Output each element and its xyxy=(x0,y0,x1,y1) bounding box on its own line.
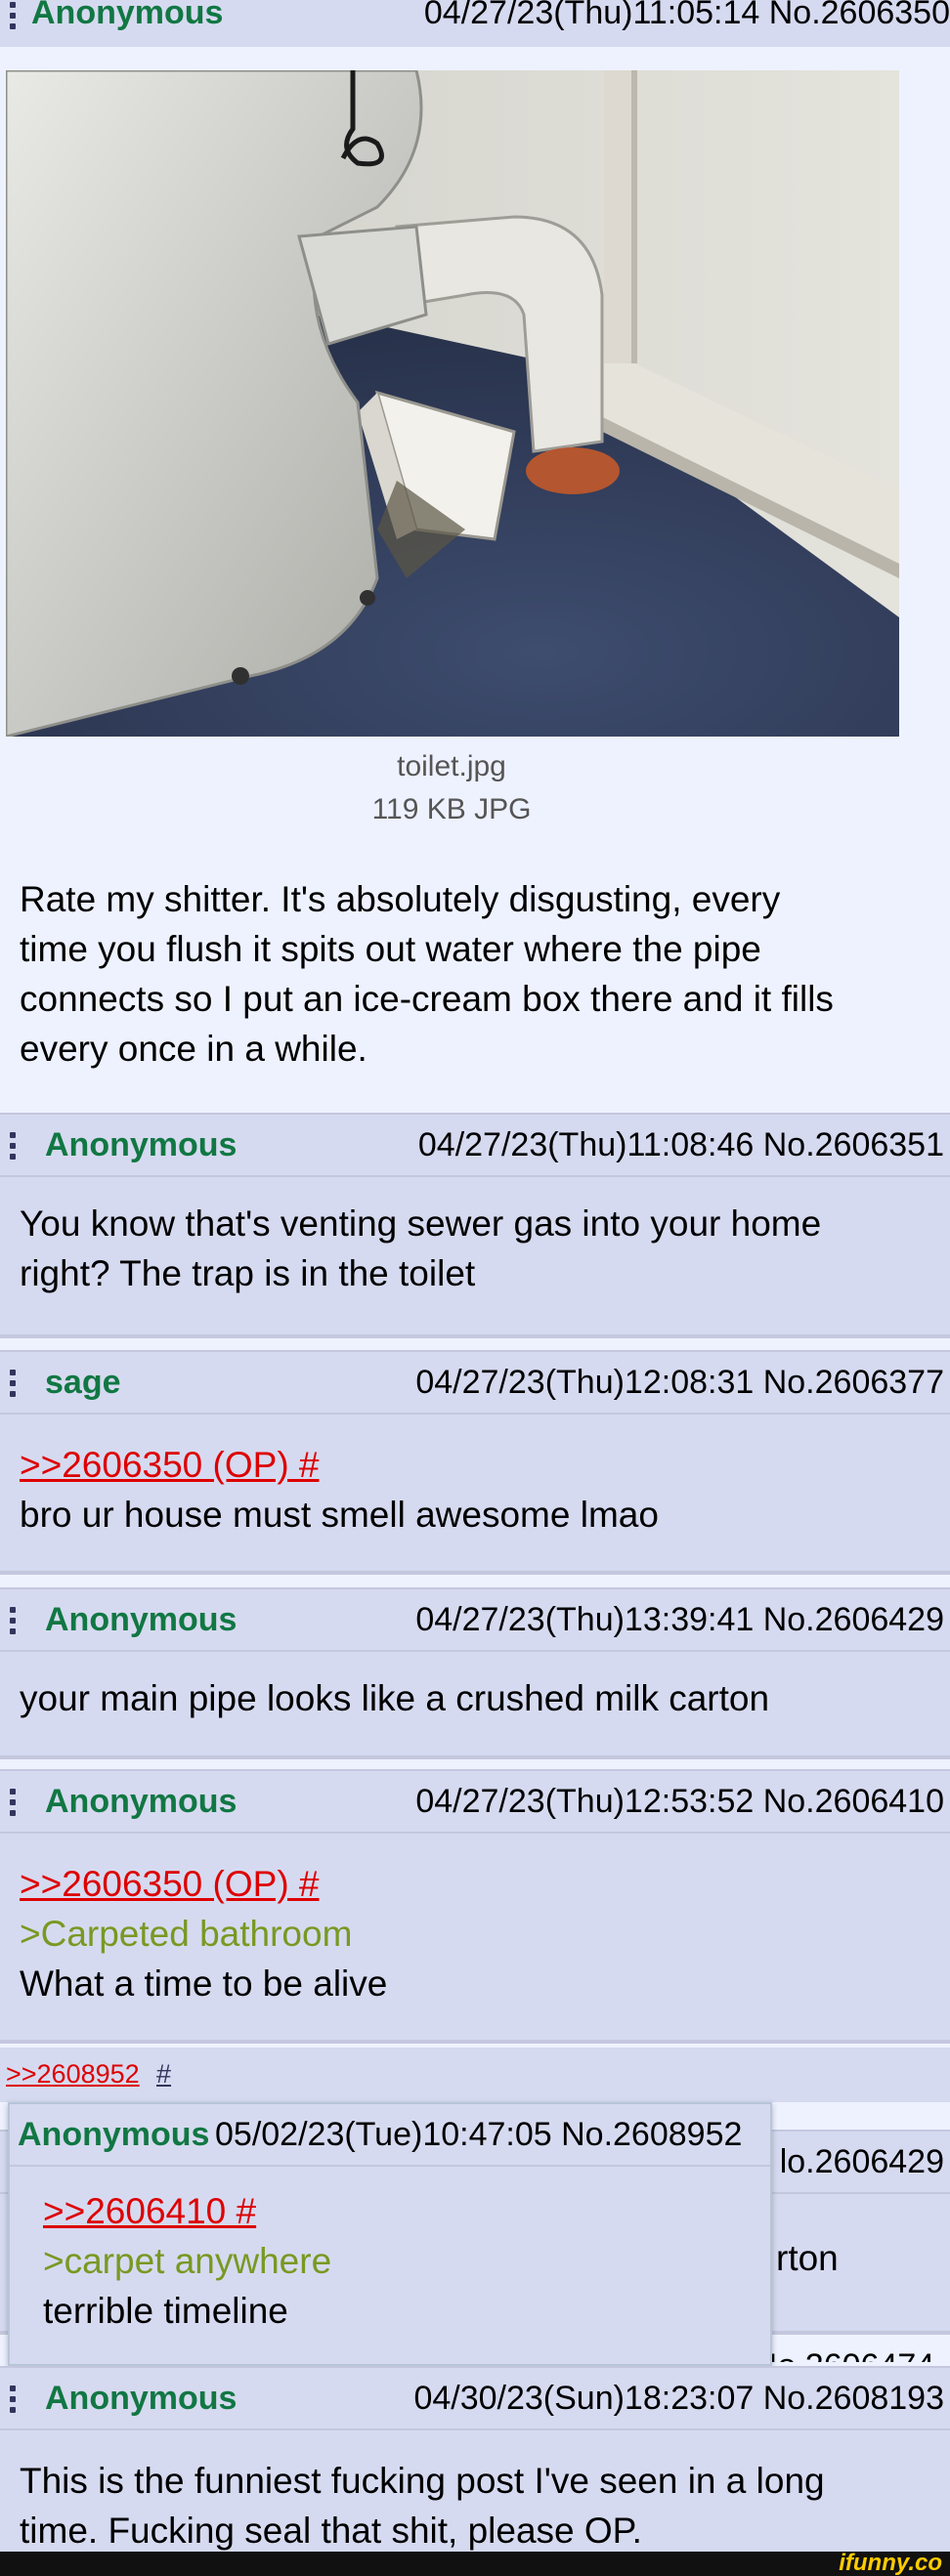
post-menu-icon[interactable] xyxy=(10,2,16,34)
reply-post: your main pipe looks like a crushed milk… xyxy=(0,1652,950,1759)
comment-line: You know that's venting sewer gas into y… xyxy=(20,1204,822,1244)
post-meta: lo.2606429 xyxy=(779,2143,944,2180)
post-meta: 04/30/23(Sun)18:23:07 No.2608193 xyxy=(413,2380,944,2417)
post-meta: 04/27/23(Thu)11:08:46 No.2606351 xyxy=(417,1126,944,1163)
poster-name: Anonymous xyxy=(45,1126,238,1163)
watermark-logo: ifunny.co xyxy=(839,2550,942,2576)
backlink[interactable]: >>2608952 xyxy=(6,2059,140,2090)
watermark-bar: ifunny.co xyxy=(0,2550,950,2576)
reply-header: Anonymous 04/30/23(Sun)18:23:07 No.26081… xyxy=(0,2366,950,2430)
post-meta: 04/27/23(Thu)13:39:41 No.2606429 xyxy=(415,1601,944,1638)
poster-name: Anonymous xyxy=(45,1783,238,1820)
comment-line: every once in a while. xyxy=(20,1029,367,1069)
comment-line: time you flush it spits out water where … xyxy=(20,929,761,969)
comment-line: time. Fucking seal that shit, please OP. xyxy=(20,2511,642,2551)
poster-name: sage xyxy=(45,1364,121,1401)
comment-line: rton xyxy=(776,2238,839,2278)
post-meta: 04/27/23(Thu)12:53:52 No.2606410 xyxy=(415,1783,944,1820)
file-info: 119 KB JPG xyxy=(371,793,532,825)
reply-post: >>2606350 (OP) # >Carpeted bathroom What… xyxy=(0,1834,950,2044)
comment-line: Rate my shitter. It's absolutely disgust… xyxy=(20,879,781,919)
reply-post: You know that's venting sewer gas into y… xyxy=(0,1177,950,1338)
post-meta: 04/27/23(Thu)11:05:14 No.2606350 xyxy=(423,0,950,31)
comment-line: connects so I put an ice-cream box there… xyxy=(20,979,834,1019)
toilet-photo xyxy=(6,70,899,737)
greentext-line: >carpet anywhere xyxy=(43,2241,332,2281)
post-menu-icon[interactable] xyxy=(10,1132,16,1164)
greentext-line: >Carpeted bathroom xyxy=(20,1914,353,1954)
post-meta: 05/02/23(Tue)10:47:05 No.2608952 xyxy=(215,2116,743,2153)
post-menu-icon[interactable] xyxy=(10,1607,16,1639)
poster-name: Anonymous xyxy=(45,2380,238,2417)
poster-name: Anonymous xyxy=(31,0,224,31)
popup-header: Anonymous 05/02/23(Tue)10:47:05 No.26089… xyxy=(10,2104,770,2167)
comment-line: right? The trap is in the toilet xyxy=(20,1253,476,1293)
reply-post: >>2606350 (OP) # bro ur house must smell… xyxy=(0,1415,950,1575)
reply-header: Anonymous 04/27/23(Thu)11:08:46 No.26063… xyxy=(0,1113,950,1177)
comment-line: bro ur house must smell awesome lmao xyxy=(20,1495,659,1535)
quote-link[interactable]: >>2606350 (OP) # xyxy=(20,1440,659,1490)
comment-line: your main pipe looks like a crushed milk… xyxy=(20,1678,770,1718)
file-name[interactable]: toilet.jpg xyxy=(0,750,903,783)
comment-line: What a time to be alive xyxy=(20,1964,388,2004)
post-menu-icon[interactable] xyxy=(10,1370,16,1402)
backlink-hash[interactable]: # xyxy=(156,2059,171,2090)
op-header: Anonymous 04/27/23(Thu)11:05:14 No.26063… xyxy=(0,0,950,47)
quote-link[interactable]: >>2606410 # xyxy=(43,2186,331,2236)
op-comment: Rate my shitter. It's absolutely disgust… xyxy=(20,874,834,1074)
quote-link[interactable]: >>2606350 (OP) # xyxy=(20,1859,387,1909)
op-image[interactable] xyxy=(6,70,899,737)
poster-name: Anonymous xyxy=(45,1601,238,1638)
comment-line: This is the funniest fucking post I've s… xyxy=(20,2461,825,2501)
poster-name: Anonymous xyxy=(18,2116,210,2153)
reply-header: Anonymous 04/27/23(Thu)13:39:41 No.26064… xyxy=(0,1587,950,1652)
post-menu-icon[interactable] xyxy=(10,1789,16,1821)
partial-meta: Io 2606474 xyxy=(768,2341,950,2362)
post-menu-icon[interactable] xyxy=(10,2386,16,2418)
reply-header: sage 04/27/23(Thu)12:08:31 No.2606377 xyxy=(0,1350,950,1415)
post-preview-popup: Anonymous 05/02/23(Tue)10:47:05 No.26089… xyxy=(8,2102,772,2366)
reply-header: Anonymous 04/27/23(Thu)12:53:52 No.26064… xyxy=(0,1769,950,1834)
backlink-strip: >>2608952 # xyxy=(0,2048,950,2102)
comment-line: terrible timeline xyxy=(43,2291,288,2331)
post-meta: 04/27/23(Thu)12:08:31 No.2606377 xyxy=(415,1364,944,1401)
